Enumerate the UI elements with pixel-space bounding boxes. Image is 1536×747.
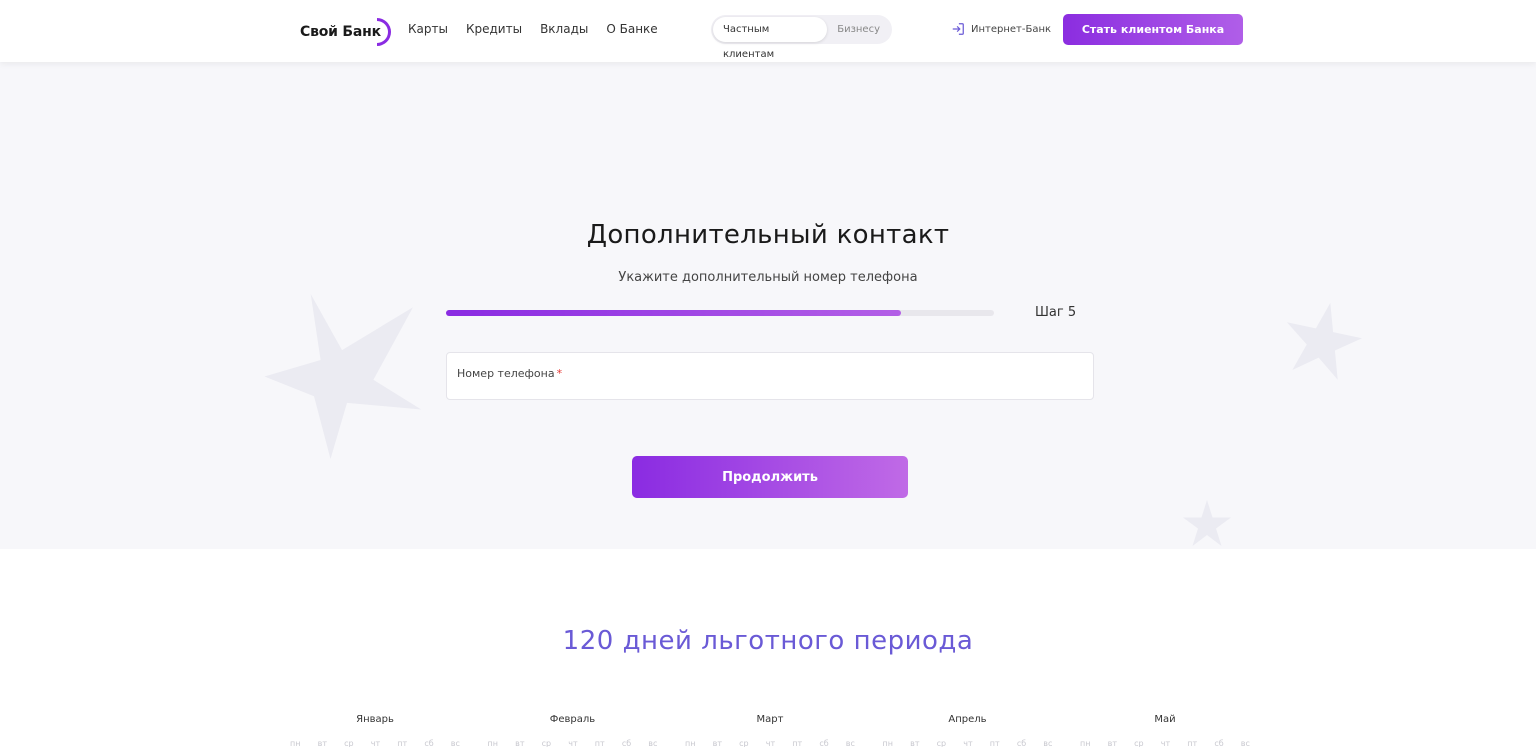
weekday-label: чт: [963, 739, 973, 747]
weekday-label: вс: [845, 739, 855, 747]
weekday-label: чт: [765, 739, 776, 747]
internet-bank-link[interactable]: Интернет-Банк: [951, 22, 1051, 36]
site-header: Свой Банк Карты Кредиты Вклады О Банке Ч…: [0, 0, 1536, 62]
promo-title: 120 дней льготного периода: [562, 626, 974, 656]
weekday-label: ср: [936, 739, 947, 747]
logo-arc-icon: [376, 18, 391, 46]
month-name: Май: [1154, 714, 1176, 725]
month-name: Апрель: [948, 714, 987, 725]
weekday-label: пн: [1080, 739, 1091, 747]
weekday-label: вс: [648, 739, 658, 747]
logo-text: Свой Банк: [300, 24, 381, 40]
phone-label-text: Номер телефона: [457, 367, 555, 380]
contact-form-section: Дополнительный контакт Укажите дополните…: [0, 62, 1536, 549]
client-type-toggle: Частным клиентам Бизнесу: [711, 15, 892, 60]
weekday-label: пт: [1187, 739, 1198, 747]
month-column: Май пн вт ср чт пт сб вс: [1080, 714, 1250, 747]
weekday-row: пн вт ср чт пт сб вс: [290, 739, 460, 747]
weekday-label: чт: [1160, 739, 1171, 747]
weekday-label: вс: [1043, 739, 1053, 747]
month-name: Март: [756, 714, 784, 725]
month-column: Февраль пн вт ср чт пт сб вс: [488, 714, 658, 747]
weekday-label: пн: [290, 739, 301, 747]
weekday-label: пт: [397, 739, 408, 747]
weekday-label: сб: [1016, 739, 1027, 747]
weekday-row: пн вт ср чт пт сб вс: [488, 739, 658, 747]
weekday-label: пн: [882, 739, 893, 747]
toggle-business[interactable]: Бизнесу: [827, 17, 890, 42]
month-name: Январь: [356, 714, 394, 725]
phone-field[interactable]: Номер телефона *: [446, 352, 1094, 400]
weekday-label: вт: [515, 739, 525, 747]
weekday-label: чт: [370, 739, 381, 747]
weekday-label: сб: [1214, 739, 1224, 747]
month-column: Апрель пн вт ср чт пт сб вс: [883, 714, 1053, 747]
phone-field-label: Номер телефона *: [457, 367, 562, 380]
login-icon: [952, 23, 964, 35]
weekday-label: пт: [989, 739, 1000, 747]
weekday-label: сб: [424, 739, 434, 747]
nav-item-about[interactable]: О Банке: [606, 22, 657, 36]
weekday-label: вт: [712, 739, 722, 747]
weekday-label: вс: [450, 739, 460, 747]
weekday-label: вт: [317, 739, 327, 747]
weekday-label: чт: [568, 739, 578, 747]
step-label: Шаг 5: [1035, 305, 1077, 320]
month-column: Март пн вт ср чт пт сб вс: [685, 714, 855, 747]
nav-item-cards[interactable]: Карты: [408, 22, 448, 36]
month-column: Январь пн вт ср чт пт сб вс: [290, 714, 460, 747]
months-calendar: Январь пн вт ср чт пт сб вс Февраль пн вт ср чт пт сб в…: [290, 714, 1250, 747]
weekday-label: ср: [1134, 739, 1144, 747]
weekday-label: ср: [344, 739, 354, 747]
weekday-label: сб: [621, 739, 632, 747]
required-mark: *: [556, 367, 563, 380]
step-progress-fill: [446, 310, 901, 316]
nav-item-credits[interactable]: Кредиты: [466, 22, 522, 36]
form-subtitle: Укажите дополнительный номер телефона: [618, 270, 918, 285]
weekday-label: вт: [1107, 739, 1117, 747]
weekday-label: пт: [594, 739, 605, 747]
weekday-label: вт: [910, 739, 920, 747]
weekday-label: ср: [739, 739, 749, 747]
decorative-star-icon: [264, 294, 422, 459]
weekday-label: вс: [1240, 739, 1250, 747]
weekday-row: пн вт ср чт пт сб вс: [883, 739, 1053, 747]
decorative-star-icon: [1183, 500, 1231, 546]
month-name: Февраль: [549, 714, 596, 725]
weekday-label: пн: [685, 739, 696, 747]
form-title: Дополнительный контакт: [586, 220, 950, 250]
main-nav: Карты Кредиты Вклады О Банке: [408, 22, 658, 36]
weekday-label: сб: [819, 739, 829, 747]
weekday-label: ср: [541, 739, 552, 747]
weekday-row: пн вт ср чт пт сб вс: [1080, 739, 1250, 747]
weekday-label: пт: [792, 739, 803, 747]
nav-item-deposits[interactable]: Вклады: [540, 22, 588, 36]
toggle-private-clients[interactable]: Частным клиентам: [713, 17, 828, 60]
continue-button[interactable]: Продолжить: [632, 456, 908, 498]
become-client-button[interactable]: Стать клиентом Банка: [1063, 14, 1243, 45]
decorative-star-icon: [1286, 302, 1362, 380]
weekday-row: пн вт ср чт пт сб вс: [685, 739, 855, 747]
step-progress-bar: [446, 310, 994, 316]
logo[interactable]: Свой Банк: [300, 18, 391, 46]
internet-bank-label: Интернет-Банк: [971, 23, 1052, 35]
weekday-label: пн: [487, 739, 498, 747]
